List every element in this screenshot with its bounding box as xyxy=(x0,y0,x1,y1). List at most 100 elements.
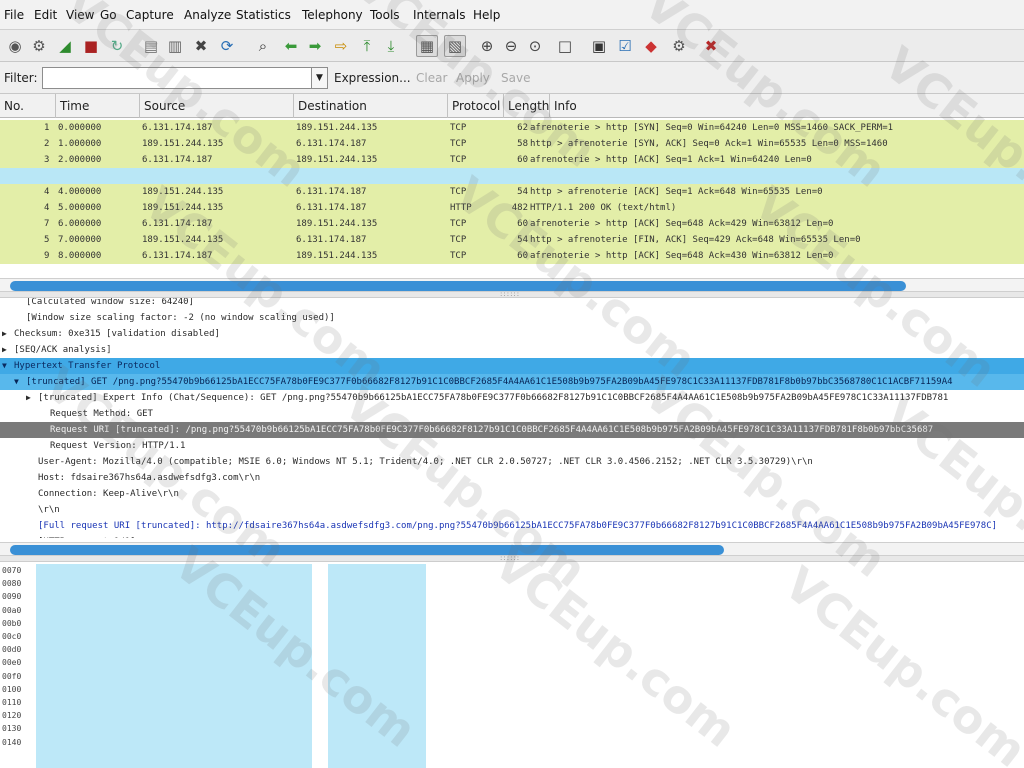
column-protocol[interactable]: Protocol xyxy=(448,94,504,118)
packet-row[interactable]: 5 7.000000 189.151.244.135 6.131.174.187 TCP… xyxy=(0,232,1024,248)
apply-button[interactable]: Apply xyxy=(456,71,490,85)
packet-row[interactable] xyxy=(0,168,1024,184)
go-last-packet-icon[interactable]: ⤓ xyxy=(380,35,402,57)
interface-list-icon[interactable]: ◉ xyxy=(4,35,26,57)
packet-row[interactable]: 4 5.000000 189.151.244.135 6.131.174.187 HTT… xyxy=(0,200,1024,216)
capture-options-icon[interactable]: ⚙ xyxy=(28,35,50,57)
filter-input[interactable] xyxy=(42,67,312,89)
detail-line[interactable]: ▶ [SEQ/ACK analysis] xyxy=(0,342,1024,358)
detail-line[interactable]: Host: fdsaire367hs64a.asdwefsdfg3.com\r\… xyxy=(0,470,1024,486)
menu-analyze[interactable]: Analyze xyxy=(184,8,231,22)
menu-internals[interactable]: Internals xyxy=(413,8,466,22)
resize-columns-icon[interactable]: □ xyxy=(554,35,576,57)
save-filter-button[interactable]: Save xyxy=(501,71,530,85)
packet-src: 189.151.244.135 xyxy=(142,139,224,149)
column-time[interactable]: Time xyxy=(56,94,140,118)
clear-button[interactable]: Clear xyxy=(416,71,447,85)
collapse-arrow-icon[interactable]: ▶ xyxy=(2,345,7,354)
detail-line[interactable]: ▼ Hypertext Transfer Protocol xyxy=(0,358,1024,374)
packet-time: 4.000000 xyxy=(58,187,102,197)
detail-text: [truncated] GET /png.png?55470b9b66125bA… xyxy=(26,377,953,387)
detail-line[interactable]: ▶ [truncated] Expert Info (Chat/Sequence)… xyxy=(0,390,1024,406)
save-file-icon[interactable]: ▥ xyxy=(164,35,186,57)
detail-line[interactable]: ▶ Checksum: 0xe315 [validation disabled] xyxy=(0,326,1024,342)
packet-time: 6.000000 xyxy=(58,219,102,229)
preferences-icon[interactable]: ⚙ xyxy=(668,35,690,57)
packet-time: 1.000000 xyxy=(58,139,102,149)
collapse-arrow-icon[interactable]: ▶ xyxy=(2,329,7,338)
detail-line[interactable]: User-Agent: Mozilla/4.0 (compatible; MSI… xyxy=(0,454,1024,470)
packet-row[interactable]: 4 4.000000 189.151.244.135 6.131.174.187 TCP… xyxy=(0,184,1024,200)
scroll-thumb[interactable] xyxy=(10,281,906,291)
expand-arrow-icon[interactable]: ▼ xyxy=(14,377,19,386)
packet-row[interactable]: 3 2.000000 6.131.174.187 189.151.244.135 TCP… xyxy=(0,152,1024,168)
detail-text: [HTTP request 1/1] xyxy=(38,537,136,538)
menu-go[interactable]: Go xyxy=(100,8,117,22)
packet-info: http > afrenoterie [ACK] Seq=1 Ack=648 W… xyxy=(530,187,823,197)
stop-capture-icon[interactable]: ■ xyxy=(80,35,102,57)
menu-statistics[interactable]: Statistics xyxy=(236,8,291,22)
scroll-thumb[interactable] xyxy=(10,545,724,555)
collapse-arrow-icon[interactable]: ▶ xyxy=(26,393,31,402)
go-to-packet-icon[interactable]: ⇨ xyxy=(330,35,352,57)
menu-edit[interactable]: Edit xyxy=(34,8,57,22)
menu-file[interactable]: File xyxy=(4,8,24,22)
detail-line[interactable]: Request URI [truncated]: /png.png?55470b… xyxy=(0,422,1024,438)
packet-row[interactable]: 9 8.000000 6.131.174.187 189.151.244.135 TCP… xyxy=(0,248,1024,264)
packet-row[interactable]: 1 0.000000 6.131.174.187 189.151.244.135 TCP… xyxy=(0,120,1024,136)
go-back-icon[interactable]: ⬅ xyxy=(280,35,302,57)
column-info[interactable]: Info xyxy=(550,94,1024,118)
filter-dropdown-button[interactable]: ▼ xyxy=(312,67,328,89)
hex-offset: 00c0 xyxy=(2,632,22,641)
colorize-icon[interactable]: ▦ xyxy=(416,35,438,57)
column-number[interactable]: No. xyxy=(0,94,56,118)
auto-scroll-icon[interactable]: ▧ xyxy=(444,35,466,57)
start-capture-icon[interactable]: ◢ xyxy=(54,35,76,57)
detail-line[interactable]: [Window size scaling factor: -2 (no wind… xyxy=(0,310,1024,326)
detail-line[interactable]: Connection: Keep-Alive\r\n xyxy=(0,486,1024,502)
packet-dst: 189.151.244.135 xyxy=(296,251,378,261)
detail-line[interactable]: [HTTP request 1/1] xyxy=(0,534,1024,538)
close-file-icon[interactable]: ✖ xyxy=(190,35,212,57)
detail-line[interactable]: Request Method: GET xyxy=(0,406,1024,422)
reload-icon[interactable]: ⟳ xyxy=(216,35,238,57)
zoom-normal-icon[interactable]: ⊙ xyxy=(524,35,546,57)
find-packet-icon[interactable]: ⌕ xyxy=(252,35,274,57)
packet-len: 482 xyxy=(511,203,528,213)
menu-tools[interactable]: Tools xyxy=(370,8,400,22)
go-forward-icon[interactable]: ➡ xyxy=(304,35,326,57)
column-source[interactable]: Source xyxy=(140,94,294,118)
zoom-in-icon[interactable]: ⊕ xyxy=(476,35,498,57)
zoom-out-icon[interactable]: ⊖ xyxy=(500,35,522,57)
detail-line[interactable]: [Full request URI [truncated]: http://fd… xyxy=(0,518,1024,534)
detail-text: User-Agent: Mozilla/4.0 (compatible; MSI… xyxy=(38,457,813,467)
column-length[interactable]: Length xyxy=(504,94,550,118)
packet-src: 189.151.244.135 xyxy=(142,187,224,197)
menu-capture[interactable]: Capture xyxy=(126,8,174,22)
expand-arrow-icon[interactable]: ▼ xyxy=(2,361,7,370)
packet-dst: 6.131.174.187 xyxy=(296,203,367,213)
detail-line[interactable]: ▼ [truncated] GET /png.png?55470b9b66125b… xyxy=(0,374,1024,390)
open-file-icon[interactable]: ▤ xyxy=(140,35,162,57)
packet-row[interactable]: 2 1.000000 189.151.244.135 6.131.174.187 TCP… xyxy=(0,136,1024,152)
menu-view[interactable]: View xyxy=(66,8,94,22)
hex-highlight xyxy=(36,564,312,768)
packet-time: 8.000000 xyxy=(58,251,102,261)
column-destination[interactable]: Destination xyxy=(294,94,448,118)
detail-text: Request Version: HTTP/1.1 xyxy=(50,441,186,451)
go-first-packet-icon[interactable]: ⤒ xyxy=(356,35,378,57)
coloring-rules-icon[interactable]: ◆ xyxy=(640,35,662,57)
packet-len: 54 xyxy=(517,235,528,245)
detail-line[interactable]: \r\n xyxy=(0,502,1024,518)
detail-line[interactable]: Request Version: HTTP/1.1 xyxy=(0,438,1024,454)
display-filters-icon[interactable]: ☑ xyxy=(614,35,636,57)
capture-filters-icon[interactable]: ▣ xyxy=(588,35,610,57)
menu-help[interactable]: Help xyxy=(473,8,500,22)
restart-capture-icon[interactable]: ↻ xyxy=(106,35,128,57)
packet-row[interactable]: 7 6.000000 6.131.174.187 189.151.244.135 TCP… xyxy=(0,216,1024,232)
help-icon[interactable]: ✖ xyxy=(700,35,722,57)
expression-button[interactable]: Expression... xyxy=(334,71,411,85)
packet-no: 5 xyxy=(44,235,50,245)
menu-telephony[interactable]: Telephony xyxy=(302,8,363,22)
detail-line[interactable]: [Calculated window size: 64240] xyxy=(0,298,1024,310)
